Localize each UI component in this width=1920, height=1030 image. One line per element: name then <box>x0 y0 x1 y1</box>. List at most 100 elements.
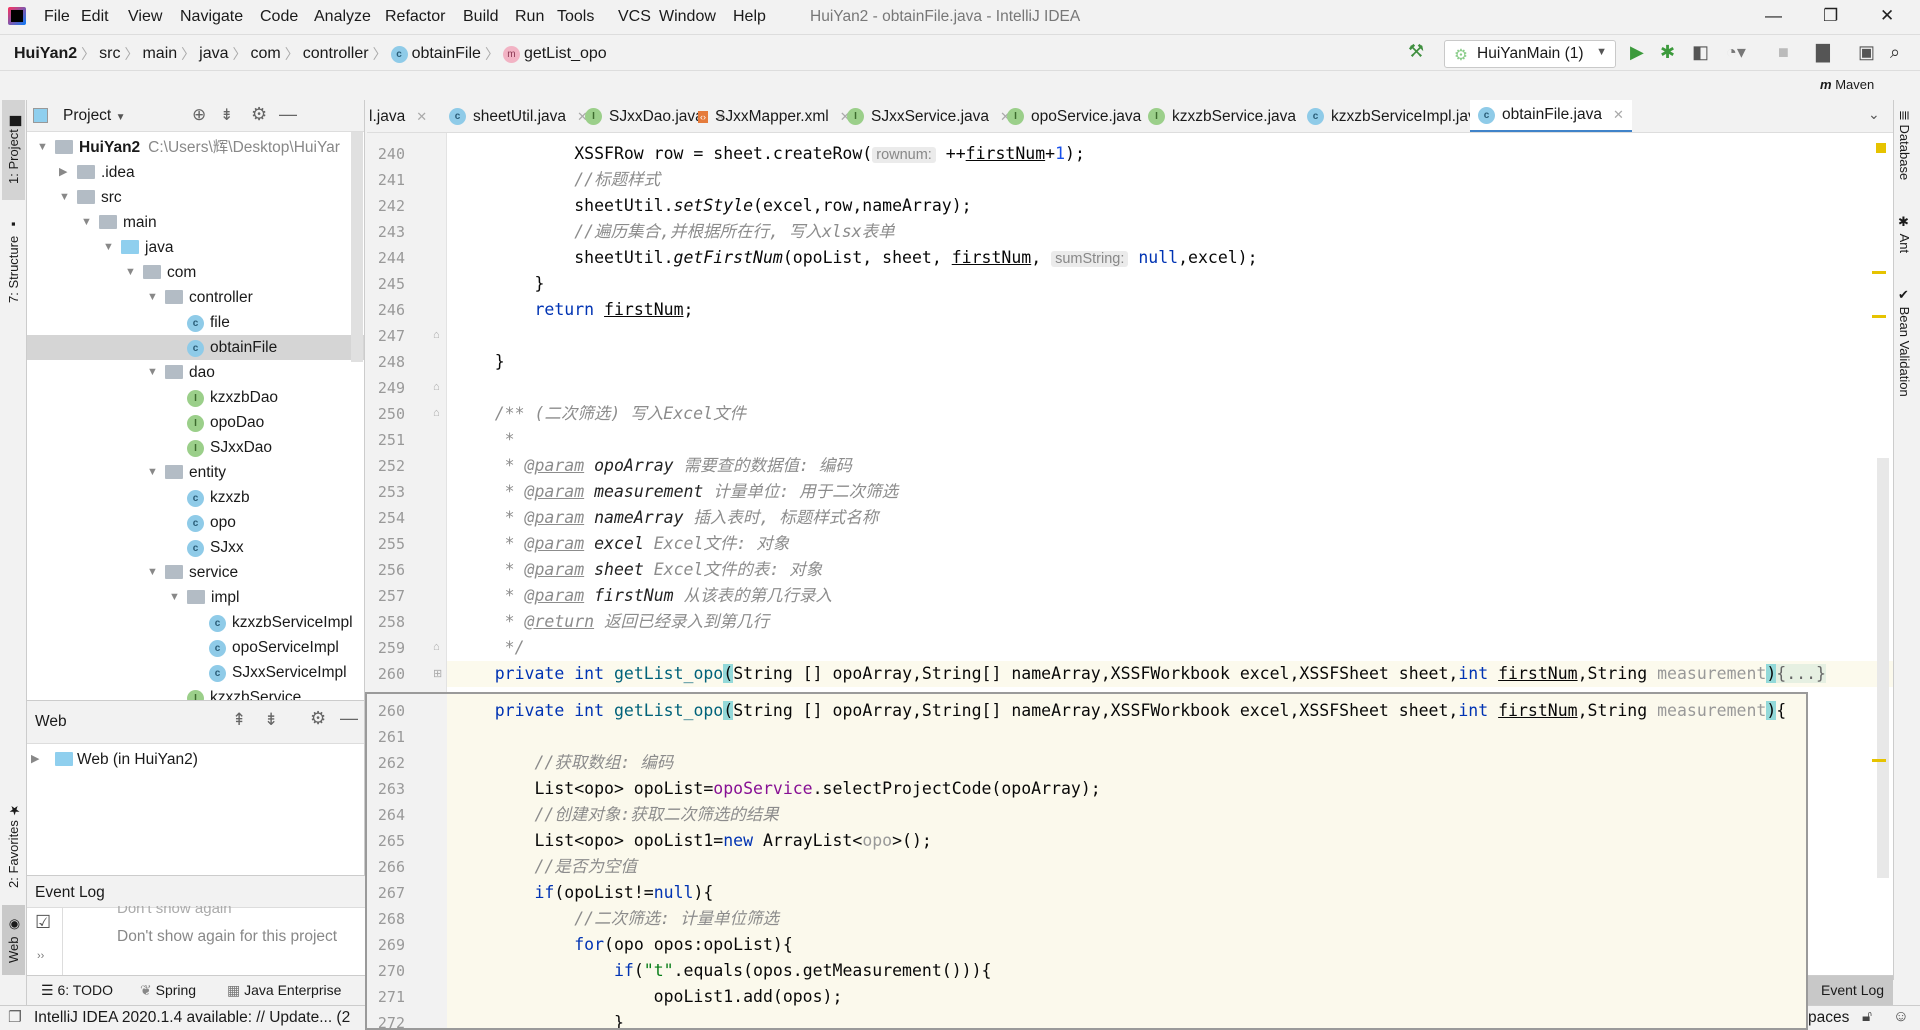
menu-edit[interactable]: Edit <box>81 8 109 26</box>
close-tab-icon[interactable]: ✕ <box>416 109 427 125</box>
ant-tool-tab[interactable]: ✱ Ant <box>1897 215 1912 253</box>
code-line[interactable]: return firstNum; <box>455 297 693 323</box>
crumb-method[interactable]: getList_opo <box>524 45 607 63</box>
stop-icon[interactable]: ■ <box>1778 42 1789 63</box>
project-tool-tab[interactable]: 1: Project ▆ <box>2 100 25 200</box>
minimize-button[interactable]: — <box>1765 6 1782 26</box>
tree-item-SJxxDao[interactable]: I SJxxDao <box>27 435 364 460</box>
spring-tool-tab[interactable]: ❦ Spring <box>140 982 196 999</box>
fold-expand-icon[interactable]: ⊞ <box>433 667 442 680</box>
debug-bug-icon[interactable]: ✱ <box>1660 42 1675 63</box>
lock-icon[interactable]: 🔓︎ <box>1862 1008 1872 1026</box>
dont-show-again-link[interactable]: Don't show again for this project <box>117 928 337 946</box>
maven-tab[interactable]: m Maven <box>1820 77 1874 92</box>
code-line[interactable]: } <box>455 349 505 375</box>
warning-marker[interactable] <box>1876 143 1886 153</box>
java-enterprise-tool-tab[interactable]: ▦ Java Enterprise <box>227 982 341 999</box>
tree-item-kzxzb[interactable]: c kzxzb <box>27 485 364 510</box>
gear-icon[interactable]: ⚙ <box>251 104 267 125</box>
expanded-arrow-icon[interactable]: ▼ <box>37 135 48 160</box>
tree-scrollbar[interactable] <box>351 132 363 362</box>
tree-item-opo[interactable]: c opo <box>27 510 364 535</box>
tab-SJxxService.java[interactable]: I SJxxService.java ✕ <box>839 100 1019 132</box>
code-line[interactable]: * @param sheet Excel文件的表: 对象 <box>455 557 823 583</box>
code-line[interactable]: * @param nameArray 插入表时, 标题样式名称 <box>455 505 879 531</box>
expanded-arrow-icon[interactable]: ▼ <box>59 185 70 210</box>
collapse-all-icon[interactable]: ⇟ <box>220 105 233 125</box>
code-line[interactable]: /** (二次筛选) 写入Excel文件 <box>455 401 746 427</box>
menu-refactor[interactable]: Refactor <box>385 8 445 26</box>
tree-item-obtainFile[interactable]: c obtainFile <box>27 335 364 360</box>
tree-item-.idea[interactable]: ▶ .idea <box>27 160 364 185</box>
tree-item-HuiYan2[interactable]: ▼ HuiYan2 C:\Users\辉\Desktop\HuiYar <box>27 135 364 160</box>
menu-analyze[interactable]: Analyze <box>314 8 371 26</box>
code-line[interactable]: sheetUtil.getFirstNum(opoList, sheet, fi… <box>455 245 1258 271</box>
crumb-com[interactable]: com <box>251 45 281 63</box>
code-line[interactable]: //创建对象:获取二次筛选的结果 <box>455 802 778 828</box>
tab-sheetUtil.java[interactable]: c sheetUtil.java ✕ <box>441 100 596 132</box>
run-configuration-select[interactable]: ⚙ HuiYanMain (1) ▼ <box>1444 40 1616 68</box>
tab-obtainFile.java[interactable]: c obtainFile.java ✕ <box>1470 100 1632 132</box>
code-line[interactable]: //遍历集合,并根据所在行, 写入xlsx表单 <box>455 219 894 245</box>
hide-icon[interactable]: — <box>340 708 358 729</box>
menu-build[interactable]: Build <box>463 8 499 26</box>
collapsed-arrow-icon[interactable]: ▶ <box>59 160 67 185</box>
gear-icon[interactable]: ⚙ <box>310 708 326 729</box>
menu-code[interactable]: Code <box>260 8 298 26</box>
menu-window[interactable]: Window <box>659 8 716 26</box>
hide-icon[interactable]: — <box>279 104 297 125</box>
code-line[interactable]: * @param measurement 计量单位: 用于二次筛选 <box>455 479 899 505</box>
fold-end-icon[interactable]: ⌂ <box>433 381 440 393</box>
project-view-select[interactable]: Project ▼ <box>63 107 125 125</box>
warning-stripe[interactable] <box>1872 759 1886 762</box>
web-tree-item[interactable]: ▶ Web (in HuiYan2) <box>27 747 364 772</box>
code-line[interactable]: */ <box>455 635 525 661</box>
database-tool-tab[interactable]: ≣ Database <box>1897 110 1912 180</box>
coverage-icon[interactable]: ◧ <box>1692 42 1709 63</box>
code-line[interactable]: List<opo> opoList1=new ArrayList<opo>(); <box>455 828 931 854</box>
tree-item-opoDao[interactable]: IopoDao <box>27 410 364 435</box>
tree-item-SJxxServiceImpl[interactable]: c SJxxServiceImpl <box>27 660 364 685</box>
close-tab-icon[interactable]: ✕ <box>1613 107 1624 123</box>
project-structure-icon[interactable]: ▇ <box>1816 42 1830 63</box>
tree-item-SJxx[interactable]: c SJxx <box>27 535 364 560</box>
expanded-arrow-icon[interactable]: ▼ <box>147 560 158 585</box>
tree-item-controller[interactable]: ▼ controller <box>27 285 364 310</box>
expanded-arrow-icon[interactable]: ▼ <box>169 585 180 610</box>
checkbox-icon[interactable]: ☑ <box>35 912 51 933</box>
collapse-all-icon[interactable]: ⇟ <box>264 710 278 730</box>
crumb-project[interactable]: HuiYan2 <box>14 45 77 63</box>
run-icon[interactable]: ▶ <box>1630 42 1644 63</box>
tree-item-kzxzbDao[interactable]: IkzxzbDao <box>27 385 364 410</box>
tree-item-entity[interactable]: ▼ entity <box>27 460 364 485</box>
web-tool-tab[interactable]: Web ◉ <box>2 905 25 975</box>
expanded-arrow-icon[interactable]: ▼ <box>103 235 114 260</box>
expand-all-icon[interactable]: ⇞ <box>232 710 246 730</box>
tree-item-file[interactable]: c file <box>27 310 364 335</box>
fold-end-icon[interactable]: ⌂ <box>433 641 440 653</box>
tree-item-java[interactable]: ▼ java <box>27 235 364 260</box>
toggle-tool-windows-icon[interactable]: ❐ <box>8 1008 22 1027</box>
tree-item-opoServiceImpl[interactable]: c opoServiceImpl <box>27 635 364 660</box>
expanded-arrow-icon[interactable]: ▼ <box>125 260 136 285</box>
code-line[interactable]: sheetUtil.setStyle(excel,row,nameArray); <box>455 193 971 219</box>
expanded-arrow-icon[interactable]: ▼ <box>81 210 92 235</box>
tree-item-dao[interactable]: ▼ dao <box>27 360 364 385</box>
menu-file[interactable]: File <box>44 8 70 26</box>
fold-end-icon[interactable]: ⌂ <box>433 329 440 341</box>
search-icon[interactable]: ⌕ <box>1890 42 1900 63</box>
tree-item-impl[interactable]: ▼ impl <box>27 585 364 610</box>
bean-validation-tool-tab[interactable]: ✔ Bean Validation <box>1897 288 1912 397</box>
close-button[interactable]: ✕ <box>1880 6 1894 26</box>
more-icon[interactable]: ›› <box>37 950 44 962</box>
code-line[interactable]: //标题样式 <box>455 167 660 193</box>
code-line[interactable]: //获取数组: 编码 <box>455 750 673 776</box>
expanded-arrow-icon[interactable]: ▼ <box>147 360 158 385</box>
build-hammer-icon[interactable]: ⚒ <box>1408 41 1424 62</box>
hector-icon[interactable]: ☺ <box>1893 1008 1909 1026</box>
warning-stripe[interactable] <box>1872 271 1886 274</box>
code-line[interactable]: * @param excel Excel文件: 对象 <box>455 531 790 557</box>
code-line[interactable]: opoList1.add(opos); <box>455 984 843 1010</box>
expand-arrow-icon[interactable]: ▶ <box>31 747 39 772</box>
code-line[interactable]: private int getList_opo(String [] opoArr… <box>455 698 1786 724</box>
